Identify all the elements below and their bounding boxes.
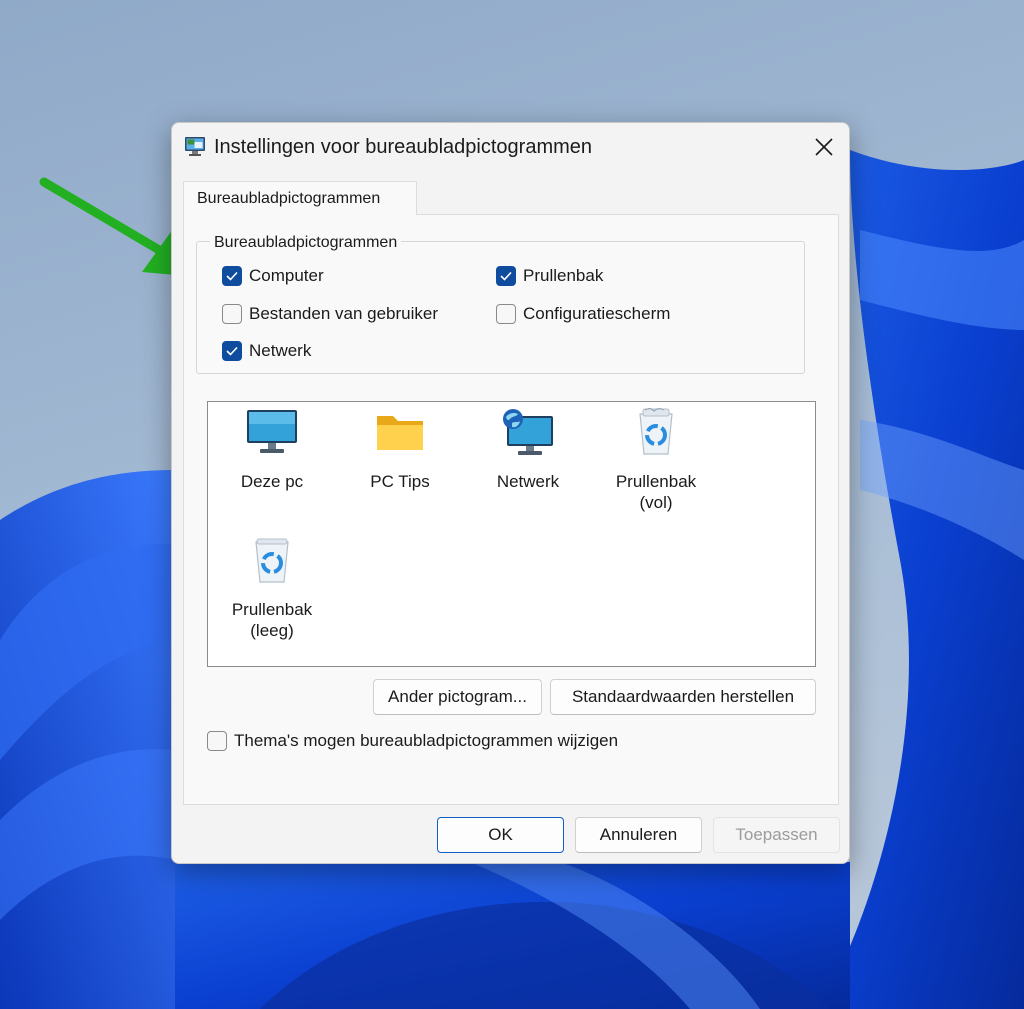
checkbox-unchecked-icon bbox=[222, 304, 242, 324]
recycle-bin-checkbox[interactable]: Prullenbak bbox=[496, 264, 603, 288]
icon-caption: Prullenbak (vol) bbox=[615, 472, 697, 512]
icon-caption: Netwerk bbox=[496, 472, 560, 491]
icon-item-pc-tips[interactable]: PC Tips bbox=[336, 408, 464, 492]
network-monitor-icon bbox=[503, 409, 553, 455]
desktop-settings-icon bbox=[185, 137, 205, 156]
checkbox-label: Configuratiescherm bbox=[523, 304, 671, 323]
icon-list[interactable]: Deze pc PC Tips Netwerk Prullenbak (vol)… bbox=[207, 401, 816, 667]
checkbox-label: Netwerk bbox=[249, 341, 312, 360]
checkbox-checked-icon bbox=[222, 266, 242, 286]
close-icon bbox=[815, 138, 833, 156]
network-checkbox[interactable]: Netwerk bbox=[222, 339, 311, 363]
tab-label: Bureaubladpictogrammen bbox=[197, 190, 381, 207]
ok-button[interactable]: OK bbox=[437, 817, 564, 853]
icon-caption: Prullenbak (leeg) bbox=[231, 600, 313, 640]
title-bar: Instellingen voor bureaubladpictogrammen bbox=[172, 123, 849, 171]
theme-change-icons-checkbox[interactable]: Thema's mogen bureaubladpictogrammen wij… bbox=[207, 729, 618, 753]
checkbox-label: Thema's mogen bureaubladpictogrammen wij… bbox=[234, 731, 619, 750]
groupbox-label: Bureaubladpictogrammen bbox=[210, 234, 402, 252]
icon-item-network[interactable]: Netwerk bbox=[464, 408, 592, 492]
checkbox-label: Bestanden van gebruiker bbox=[249, 304, 439, 323]
recycle-bin-full-icon bbox=[639, 407, 673, 455]
checkbox-label: Prullenbak bbox=[523, 266, 604, 285]
recycle-bin-empty-icon bbox=[255, 538, 289, 583]
user-files-checkbox[interactable]: Bestanden van gebruiker bbox=[222, 302, 438, 326]
control-panel-checkbox[interactable]: Configuratiescherm bbox=[496, 302, 670, 326]
icon-item-this-pc[interactable]: Deze pc bbox=[208, 408, 336, 492]
checkbox-checked-icon bbox=[496, 266, 516, 286]
desktop-icon-settings-dialog: Instellingen voor bureaubladpictogrammen… bbox=[171, 122, 850, 864]
close-button[interactable] bbox=[799, 123, 849, 171]
computer-checkbox[interactable]: Computer bbox=[222, 264, 324, 288]
tab-bureaubladpictogrammen[interactable]: Bureaubladpictogrammen bbox=[183, 181, 417, 215]
icon-caption: PC Tips bbox=[370, 472, 430, 491]
monitor-icon bbox=[247, 410, 297, 453]
icon-caption: Deze pc bbox=[240, 472, 304, 491]
restore-defaults-button[interactable]: Standaardwaarden herstellen bbox=[550, 679, 816, 715]
dialog-title: Instellingen voor bureaubladpictogrammen bbox=[214, 136, 593, 158]
checkbox-unchecked-icon bbox=[496, 304, 516, 324]
apply-button[interactable]: Toepassen bbox=[713, 817, 840, 853]
cancel-button[interactable]: Annuleren bbox=[575, 817, 702, 853]
checkbox-checked-icon bbox=[222, 341, 242, 361]
checkbox-unchecked-icon bbox=[207, 731, 227, 751]
folder-icon bbox=[377, 416, 423, 450]
change-icon-button[interactable]: Ander pictogram... bbox=[373, 679, 542, 715]
icon-item-recycle-bin-empty[interactable]: Prullenbak (leeg) bbox=[208, 536, 336, 641]
checkbox-label: Computer bbox=[249, 266, 324, 285]
icon-item-recycle-bin-full[interactable]: Prullenbak (vol) bbox=[592, 407, 720, 513]
